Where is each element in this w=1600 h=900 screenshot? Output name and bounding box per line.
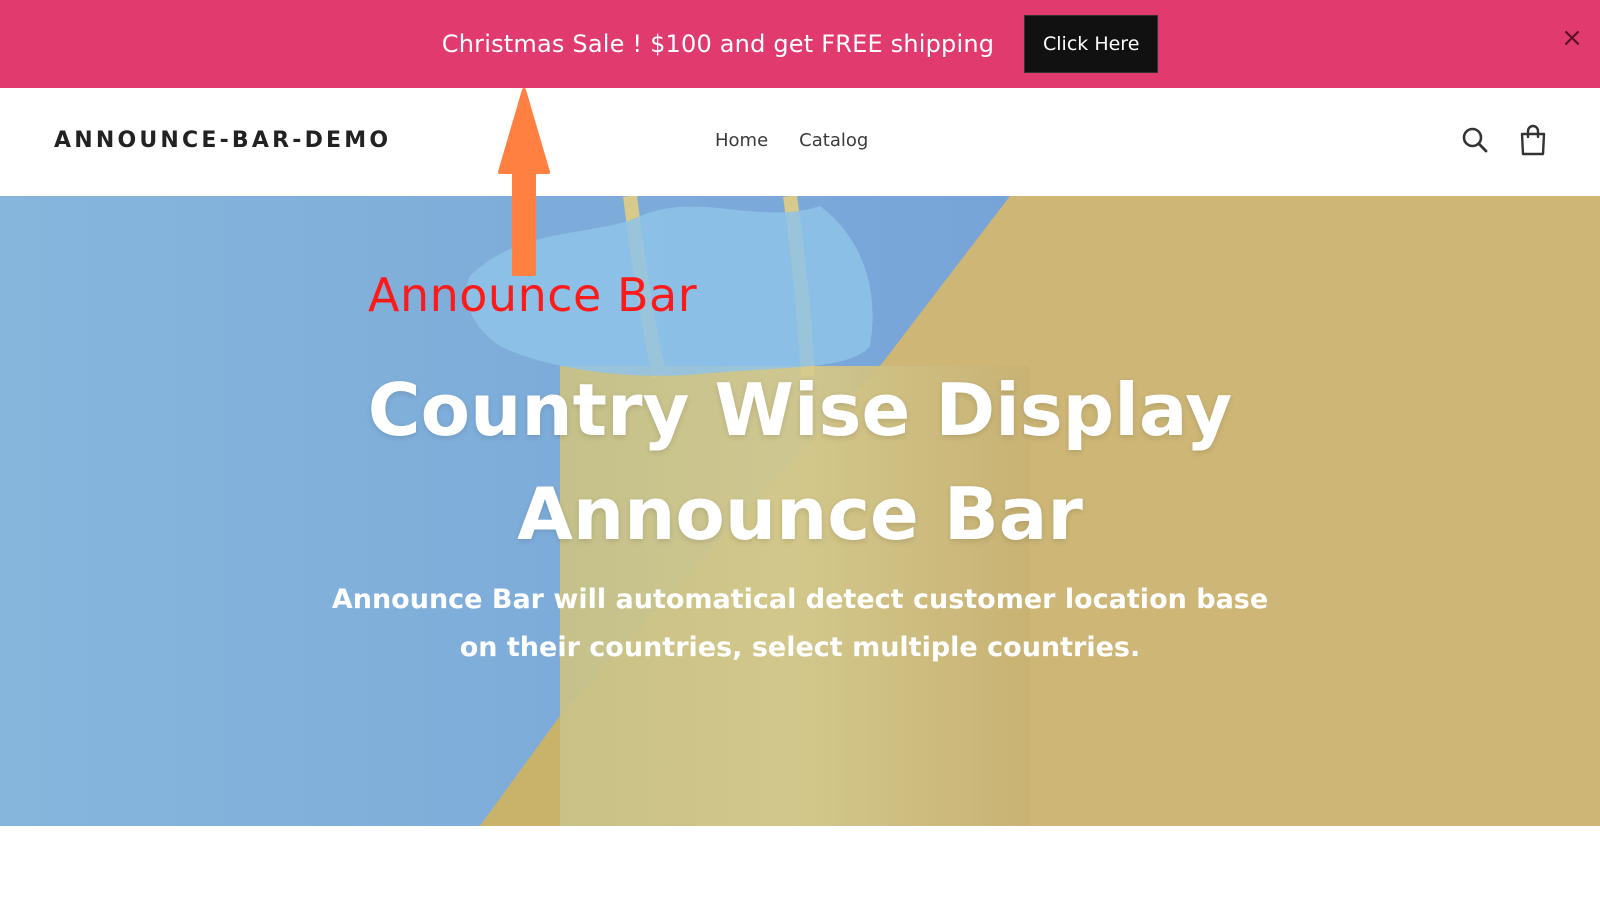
annotation-arrow-icon <box>498 88 550 276</box>
nav-item-catalog[interactable]: Catalog <box>799 130 868 151</box>
header-icons <box>1460 124 1548 156</box>
hero-title: Country Wise Display Announce Bar <box>367 368 1233 556</box>
main-nav: Home Catalog <box>715 130 868 151</box>
annotation-label: Announce Bar <box>368 268 698 322</box>
store-logo[interactable]: ANNOUNCE-BAR-DEMO <box>54 128 391 153</box>
close-icon[interactable]: × <box>1558 24 1586 52</box>
hero-banner: Country Wise Display Announce Bar Announ… <box>0 196 1600 826</box>
announcement-bar: Christmas Sale ! $100 and get FREE shipp… <box>0 0 1600 88</box>
hero-subtitle: Announce Bar will automatical detect cus… <box>331 584 1269 663</box>
nav-item-home[interactable]: Home <box>715 130 768 151</box>
announcement-message: Christmas Sale ! $100 and get FREE shipp… <box>441 30 995 58</box>
cart-icon[interactable] <box>1518 124 1548 156</box>
search-icon[interactable] <box>1460 124 1490 156</box>
click-here-button[interactable]: Click Here <box>1024 15 1159 73</box>
site-header: ANNOUNCE-BAR-DEMO Home Catalog <box>0 88 1600 196</box>
